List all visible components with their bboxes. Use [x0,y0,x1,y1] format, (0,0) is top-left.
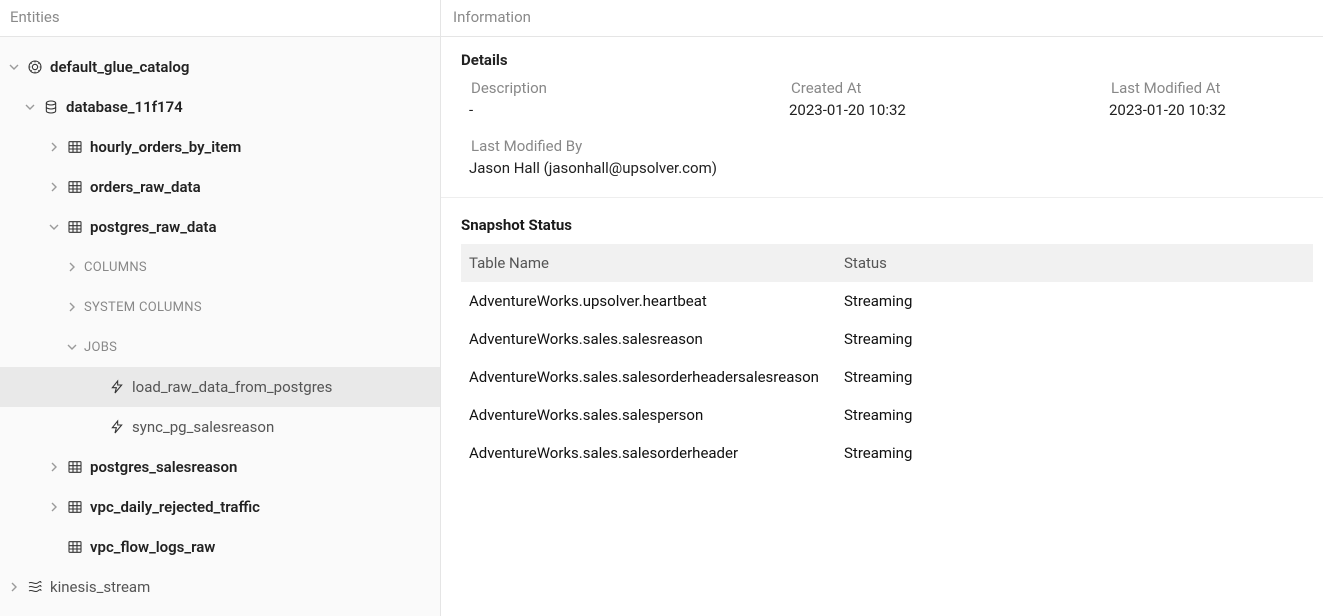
chevron-right-icon [48,141,60,153]
chevron-right-icon [48,461,60,473]
table-icon [66,538,84,556]
cell-table-name: AdventureWorks.sales.salesperson [461,396,836,434]
snapshot-table: Table Name Status AdventureWorks.upsolve… [461,244,1313,472]
stream-icon [26,578,44,596]
cell-table-name: AdventureWorks.sales.salesorderheader [461,434,836,472]
tree-label: hourly_orders_by_item [90,138,241,156]
detail-description: Description - [461,79,771,119]
chevron-down-icon [48,221,60,233]
detail-value: 2023-01-20 10:32 [781,101,1091,119]
tree-label: COLUMNS [84,260,147,275]
tree-table-vpc-rejected[interactable]: vpc_daily_rejected_traffic [0,487,440,527]
information-panel: Information Details Description - Create… [441,0,1323,616]
tree-label: kinesis_stream [50,578,150,596]
chevron-down-icon [8,61,20,73]
tree-table-vpc-flow[interactable]: vpc_flow_logs_raw [0,527,440,567]
information-heading: Information [441,0,1323,37]
detail-created-at: Created At 2023-01-20 10:32 [781,79,1091,119]
chevron-down-icon [24,101,36,113]
tree-section-system-columns[interactable]: SYSTEM COLUMNS [0,287,440,327]
tree-job-sync-salesreason[interactable]: sync_pg_salesreason [0,407,440,447]
cell-status: Streaming [836,358,1313,396]
chevron-right-icon [48,501,60,513]
table-icon [66,498,84,516]
catalog-icon [26,58,44,76]
table-icon [66,218,84,236]
details-heading: Details [461,51,1303,69]
detail-label: Description [461,79,771,97]
job-icon [108,378,126,396]
tree-label: database_11f174 [66,98,183,116]
tree-system-tables[interactable]: System Tables [0,607,440,616]
detail-label: Last Modified At [1101,79,1303,97]
table-icon [66,458,84,476]
tree-catalog[interactable]: default_glue_catalog [0,47,440,87]
chevron-right-icon [8,581,20,593]
table-icon [66,138,84,156]
tree-label: load_raw_data_from_postgres [132,378,332,396]
tree-table-hourly-orders[interactable]: hourly_orders_by_item [0,127,440,167]
cell-status: Streaming [836,434,1313,472]
tree-job-load-raw-data[interactable]: load_raw_data_from_postgres [0,367,440,407]
column-header-table-name: Table Name [461,244,836,282]
job-icon [108,418,126,436]
snapshot-section: Snapshot Status Table Name Status Advent… [441,198,1323,482]
tree-label: JOBS [84,340,117,355]
entities-heading: Entities [0,0,440,37]
tree-table-postgres-salesreason[interactable]: postgres_salesreason [0,447,440,487]
tree-label: SYSTEM COLUMNS [84,300,202,315]
snapshot-heading: Snapshot Status [461,216,1313,234]
table-row: AdventureWorks.upsolver.heartbeat Stream… [461,282,1313,320]
chevron-right-icon [66,301,78,313]
tree-label: default_glue_catalog [50,58,189,76]
table-row: AdventureWorks.sales.salesorderheader St… [461,434,1313,472]
cell-table-name: AdventureWorks.upsolver.heartbeat [461,282,836,320]
tree-label: vpc_daily_rejected_traffic [90,498,260,516]
entities-sidebar: Entities default_glue_catalog [0,0,441,616]
detail-label: Last Modified By [461,137,1303,155]
detail-last-modified-by: Last Modified By Jason Hall (jasonhall@u… [461,137,1303,177]
table-row: AdventureWorks.sales.salesreason Streami… [461,320,1313,358]
tree-label: postgres_raw_data [90,218,217,236]
cell-status: Streaming [836,320,1313,358]
tree-database[interactable]: database_11f174 [0,87,440,127]
database-icon [42,98,60,116]
chevron-right-icon [66,261,78,273]
detail-value: 2023-01-20 10:32 [1101,101,1303,119]
tree-label: orders_raw_data [90,178,201,196]
tree-label: sync_pg_salesreason [132,418,274,436]
tree-kinesis-stream[interactable]: kinesis_stream [0,567,440,607]
details-section: Details Description - Created At 2023-01… [441,37,1323,198]
column-header-status: Status [836,244,1313,282]
tree-section-columns[interactable]: COLUMNS [0,247,440,287]
tree-table-postgres-raw[interactable]: postgres_raw_data [0,207,440,247]
tree-section-jobs[interactable]: JOBS [0,327,440,367]
chevron-right-icon [48,181,60,193]
cell-status: Streaming [836,282,1313,320]
detail-label: Created At [781,79,1091,97]
detail-value: - [461,101,771,119]
entity-tree: default_glue_catalog database_11f174 [0,37,440,616]
tree-table-orders-raw[interactable]: orders_raw_data [0,167,440,207]
table-row: AdventureWorks.sales.salesorderheadersal… [461,358,1313,396]
cell-table-name: AdventureWorks.sales.salesorderheadersal… [461,358,836,396]
tree-label: postgres_salesreason [90,458,237,476]
detail-value: Jason Hall (jasonhall@upsolver.com) [461,159,1303,177]
detail-last-modified-at: Last Modified At 2023-01-20 10:32 [1101,79,1303,119]
table-row: AdventureWorks.sales.salesperson Streami… [461,396,1313,434]
table-icon [66,178,84,196]
cell-table-name: AdventureWorks.sales.salesreason [461,320,836,358]
tree-label: vpc_flow_logs_raw [90,538,215,556]
cell-status: Streaming [836,396,1313,434]
chevron-down-icon [66,341,78,353]
